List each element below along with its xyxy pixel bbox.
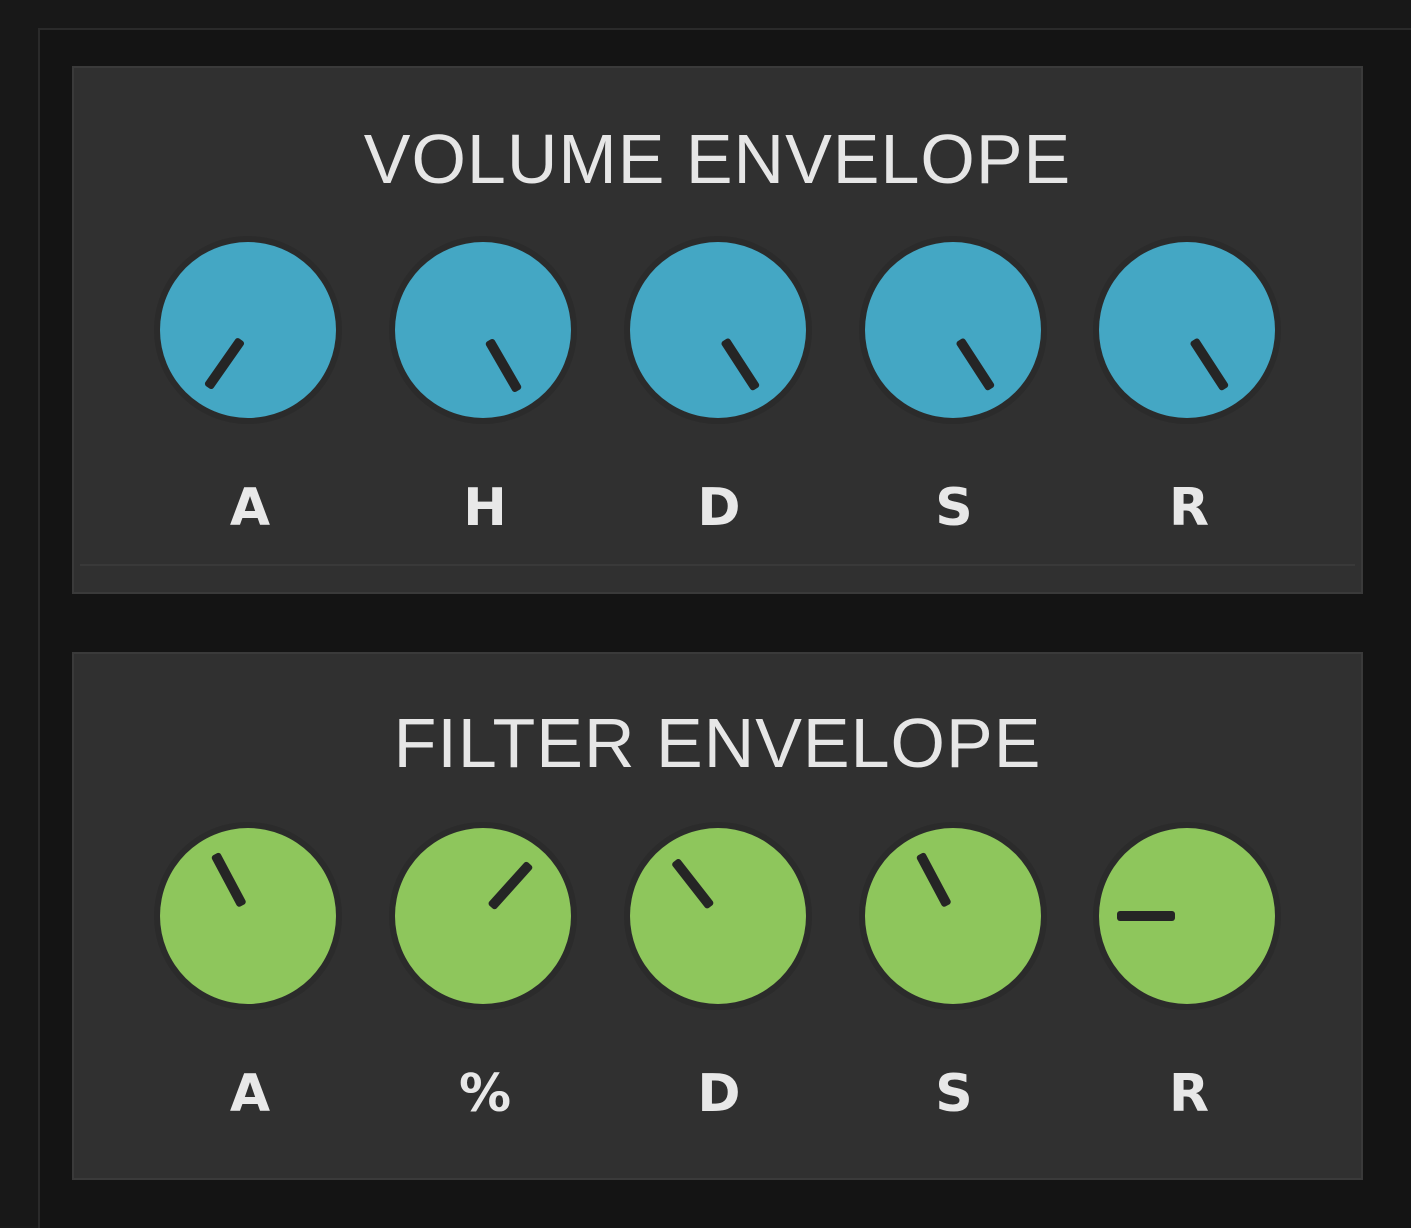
knob-pointer: [670, 857, 715, 910]
filter-sustain-label: S: [935, 1064, 973, 1124]
volume-hold-label: H: [463, 478, 507, 538]
knob-pointer: [955, 337, 996, 392]
volume-attack-label: A: [229, 478, 271, 538]
volume-decay-label: D: [697, 478, 741, 538]
filter-release-knob[interactable]: [1099, 828, 1275, 1004]
volume-sustain-knob[interactable]: [865, 242, 1041, 418]
filter-sustain-knob[interactable]: [865, 828, 1041, 1004]
filter-release-label: R: [1168, 1064, 1210, 1124]
filter-decay-knob[interactable]: [630, 828, 806, 1004]
volume-envelope-title: VOLUME ENVELOPE: [363, 120, 1072, 198]
knob-pointer: [487, 860, 534, 911]
knob-pointer: [915, 851, 952, 908]
volume-hold-knob[interactable]: [395, 242, 571, 418]
filter-envelope-title: FILTER ENVELOPE: [393, 704, 1042, 782]
knob-pointer: [1189, 337, 1230, 392]
filter-attack-knob[interactable]: [160, 828, 336, 1004]
filter-attack-label: A: [229, 1064, 271, 1124]
volume-sustain-label: S: [935, 478, 973, 538]
knob-pointer: [484, 337, 523, 394]
volume-envelope-panel: VOLUME ENVELOPE A H D S R: [72, 66, 1363, 594]
volume-release-label: R: [1168, 478, 1210, 538]
volume-release-knob[interactable]: [1099, 242, 1275, 418]
knob-pointer: [720, 337, 761, 392]
knob-pointer: [210, 851, 247, 908]
knob-pointer: [1117, 911, 1175, 921]
divider: [80, 564, 1355, 566]
filter-decay-label: D: [697, 1064, 741, 1124]
volume-attack-knob[interactable]: [160, 242, 336, 418]
volume-decay-knob[interactable]: [630, 242, 806, 418]
knob-pointer: [203, 336, 246, 391]
filter-amount-knob[interactable]: [395, 828, 571, 1004]
filter-envelope-panel: FILTER ENVELOPE A % D S R: [72, 652, 1363, 1180]
filter-amount-label: %: [458, 1064, 512, 1124]
plugin-frame: VOLUME ENVELOPE A H D S R FILTER ENVELOP…: [0, 0, 1411, 1228]
